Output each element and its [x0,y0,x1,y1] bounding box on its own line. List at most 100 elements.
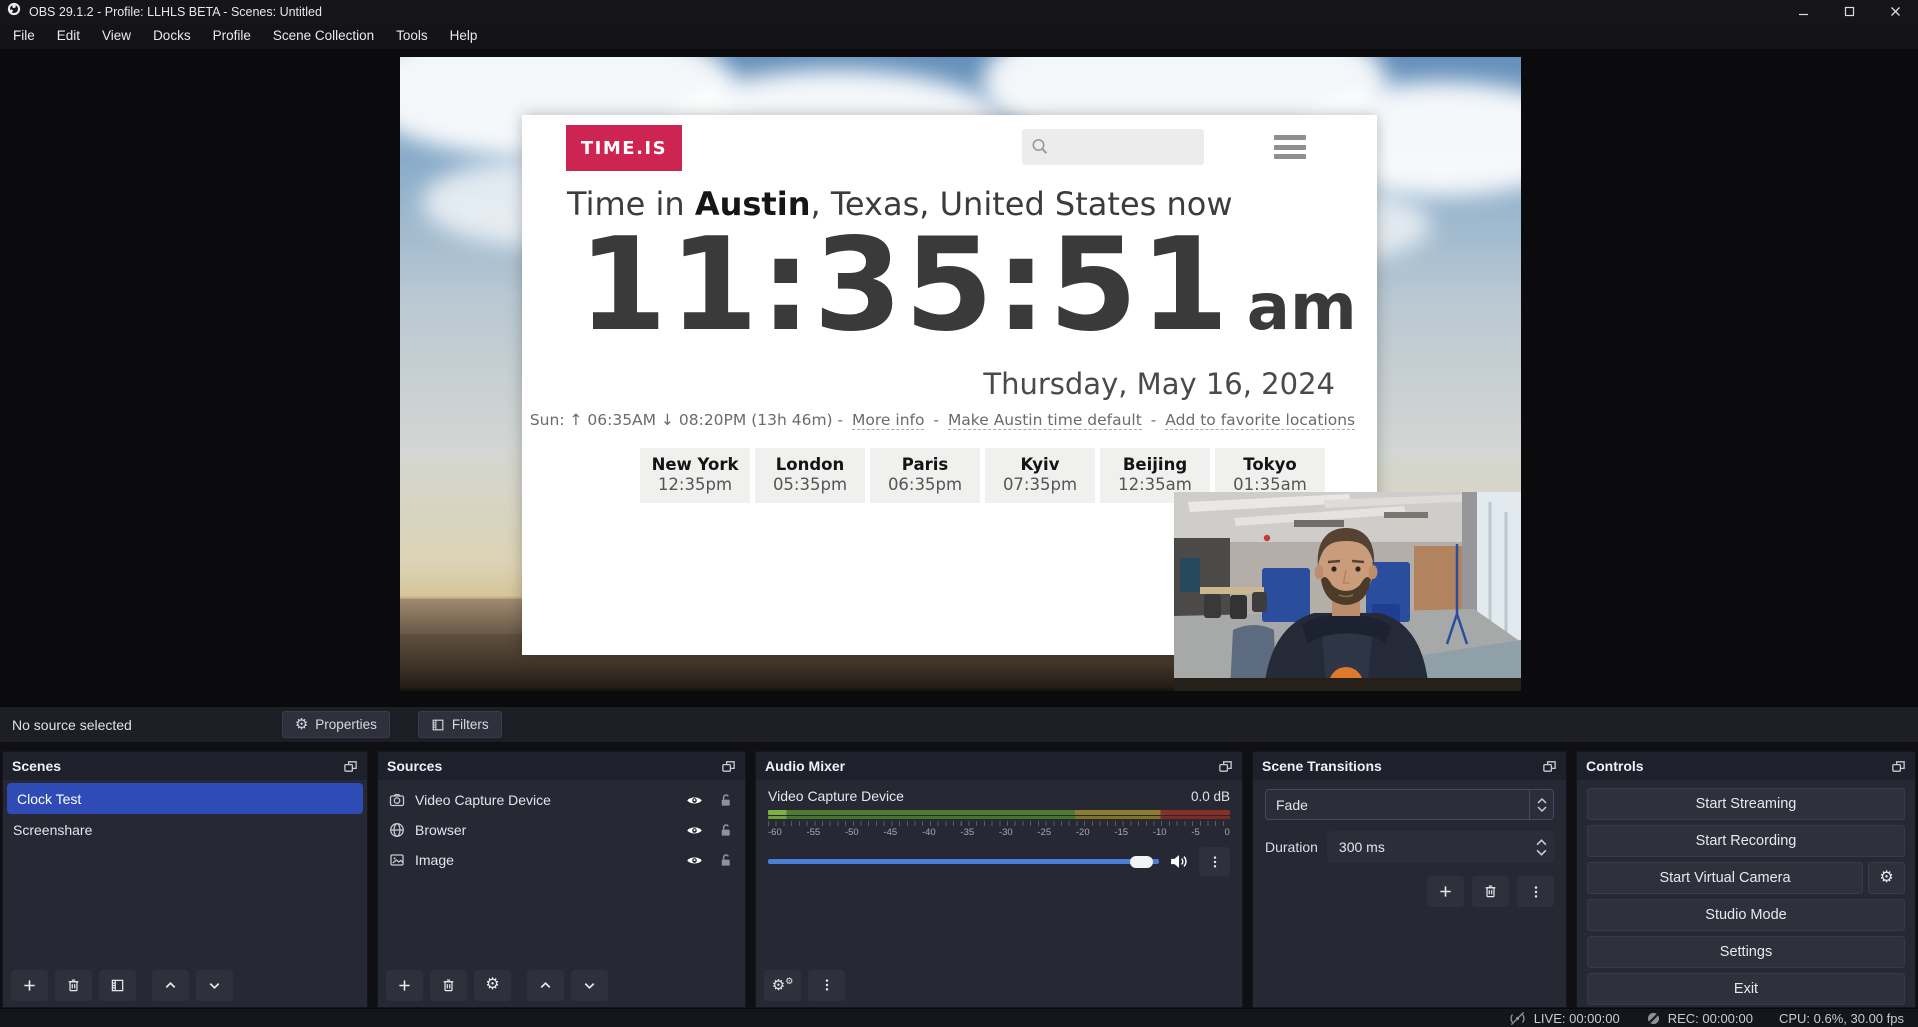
chevron-up-icon [538,978,553,993]
studio-mode-button[interactable]: Studio Mode [1587,899,1905,931]
source-properties-button[interactable]: ⚙ [474,970,511,1001]
visibility-eye-icon[interactable] [686,822,703,839]
popout-icon[interactable] [1542,759,1557,774]
volume-slider[interactable] [768,859,1159,864]
source-item-video-capture[interactable]: Video Capture Device [378,785,745,815]
plus-icon [397,978,412,993]
sources-title: Sources [387,758,442,774]
virtual-camera-config-button[interactable]: ⚙ [1868,862,1905,894]
chevron-up-icon [163,978,178,993]
speaker-icon[interactable] [1169,853,1189,870]
favorite-link: Add to favorite locations [1165,411,1355,430]
source-move-up-button[interactable] [527,970,564,1001]
filters-button[interactable]: Filters [418,711,502,738]
add-transition-button[interactable] [1427,876,1464,907]
filters-icon [431,718,445,732]
start-virtual-camera-button[interactable]: Start Virtual Camera [1587,862,1863,894]
gear-icon: ⚙ [485,977,499,993]
trash-icon [1483,884,1498,899]
volume-meter: -60-55-50-45-40-35-30-25-20-15-10-50 [768,810,1230,838]
mixer-channel-menu-button[interactable] [1199,847,1230,876]
remove-source-button[interactable] [430,970,467,1001]
world-clock-paris: Paris06:35pm [870,448,980,503]
maximize-button[interactable] [1826,0,1872,23]
search-icon [1030,137,1050,157]
remove-transition-button[interactable] [1472,876,1509,907]
volume-slider-handle[interactable] [1130,856,1153,868]
close-button[interactable] [1872,0,1918,23]
menu-docks[interactable]: Docks [142,23,202,49]
dock-row: Scenes Clock Test Screenshare Sources [0,751,1918,1008]
scene-move-down-button[interactable] [196,970,233,1001]
add-source-button[interactable] [386,970,423,1001]
transition-select[interactable]: Fade [1265,789,1554,820]
preview-canvas[interactable]: TIME.IS Time in Austin, Texas, United St… [0,49,1918,706]
mixer-channel-level: 0.0 dB [1191,789,1230,804]
start-streaming-button[interactable]: Start Streaming [1587,788,1905,820]
filters-icon [110,978,125,993]
meter-tick-labels: -60-55-50-45-40-35-30-25-20-15-10-50 [768,827,1230,838]
live-status: LIVE: 00:00:00 [1508,1011,1620,1026]
transition-menu-button[interactable] [1517,876,1554,907]
scenes-dock: Scenes Clock Test Screenshare [2,751,368,1008]
timeis-clock: 11:35:51 am [578,211,1357,360]
start-recording-button[interactable]: Start Recording [1587,825,1905,857]
scene-item-clock-test[interactable]: Clock Test [7,783,363,814]
menu-help[interactable]: Help [439,23,489,49]
world-clock-newyork: New York12:35pm [640,448,750,503]
popout-icon[interactable] [1891,759,1906,774]
minimize-button[interactable] [1780,0,1826,23]
menu-view[interactable]: View [91,23,142,49]
mixer-title: Audio Mixer [765,758,845,774]
make-default-link: Make Austin time default [948,411,1142,430]
world-clock-kyiv: Kyiv07:35pm [985,448,1095,503]
settings-button[interactable]: Settings [1587,936,1905,968]
popout-icon[interactable] [721,759,736,774]
chevron-up-icon[interactable] [1536,839,1547,846]
remove-scene-button[interactable] [55,970,92,1001]
source-item-browser[interactable]: Browser [378,815,745,845]
rec-status: REC: 00:00:00 [1646,1011,1753,1026]
menu-tools[interactable]: Tools [385,23,439,49]
controls-title: Controls [1586,758,1644,774]
lock-open-icon[interactable] [718,793,733,808]
combo-arrows[interactable] [1529,790,1553,819]
source-move-down-button[interactable] [571,970,608,1001]
source-item-image[interactable]: Image [378,845,745,875]
menu-scene-collection[interactable]: Scene Collection [262,23,385,49]
menu-edit[interactable]: Edit [46,23,91,49]
sources-dock: Sources Video Capture Device Browser [377,751,746,1008]
chevron-down-icon[interactable] [1536,849,1547,856]
record-inactive-icon [1646,1011,1661,1026]
menu-profile[interactable]: Profile [202,23,262,49]
visibility-eye-icon[interactable] [686,792,703,809]
window-controls [1780,0,1918,23]
add-scene-button[interactable] [11,970,48,1001]
plus-icon [22,978,37,993]
meter-ruler [768,821,1230,826]
scene-item-screenshare[interactable]: Screenshare [3,814,367,845]
popout-icon[interactable] [343,759,358,774]
timeis-date: Thursday, May 16, 2024 [983,367,1335,401]
scene-filters-button[interactable] [99,970,136,1001]
scene-move-up-button[interactable] [152,970,189,1001]
globe-icon [389,822,405,838]
obs-logo-icon [7,2,21,21]
popout-icon[interactable] [1218,759,1233,774]
lock-open-icon[interactable] [718,823,733,838]
scenes-title: Scenes [12,758,61,774]
mixer-channel-name: Video Capture Device [768,788,1191,804]
menu-file[interactable]: File [2,23,46,49]
visibility-eye-icon[interactable] [686,852,703,869]
camera-icon [389,792,405,808]
selection-bar: No source selected ⚙ Properties Filters [0,706,1918,742]
image-icon [389,852,405,868]
exit-button[interactable]: Exit [1587,973,1905,1005]
lock-open-icon[interactable] [718,853,733,868]
duration-spinner[interactable]: 300 ms [1327,831,1554,863]
advanced-audio-button[interactable]: ⚙⚙ [764,970,801,1001]
menubar: File Edit View Docks Profile Scene Colle… [0,23,1918,49]
hamburger-menu-icon [1274,135,1306,159]
properties-button[interactable]: ⚙ Properties [282,711,390,738]
mixer-menu-button[interactable] [808,970,845,1001]
